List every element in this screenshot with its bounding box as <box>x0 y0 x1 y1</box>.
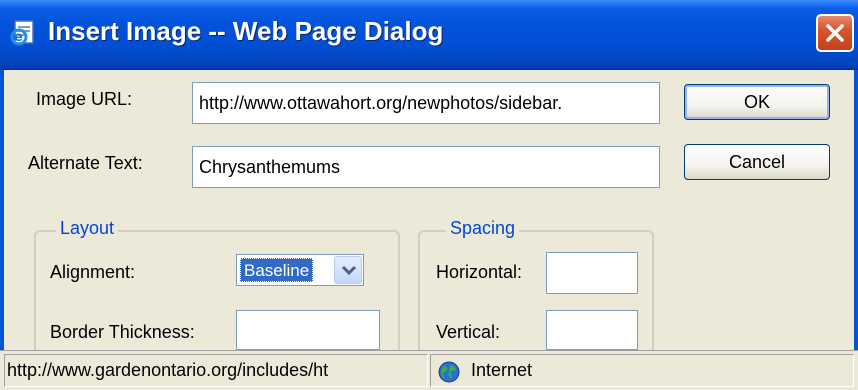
status-url-pane: http://www.gardenontario.org/includes/ht <box>4 354 428 387</box>
alignment-select[interactable]: Baseline <box>236 254 364 286</box>
ok-button[interactable]: OK <box>684 84 830 120</box>
title-bar[interactable]: e Insert Image -- Web Page Dialog <box>0 0 858 70</box>
chevron-down-icon <box>341 265 357 276</box>
alt-text-input[interactable] <box>192 146 660 188</box>
close-button[interactable] <box>816 14 854 52</box>
dialog-body: Image URL: Alternate Text: OK Cancel Lay… <box>0 70 858 354</box>
layout-legend: Layout <box>56 218 119 239</box>
status-url-text: http://www.gardenontario.org/includes/ht <box>7 360 329 380</box>
status-bar: http://www.gardenontario.org/includes/ht… <box>0 350 858 390</box>
alt-text-label: Alternate Text: <box>28 153 143 173</box>
zone-text: Internet <box>471 360 533 380</box>
cancel-button[interactable]: Cancel <box>684 144 830 180</box>
border-thickness-label: Border Thickness: <box>50 322 195 342</box>
image-url-label: Image URL: <box>36 89 133 109</box>
svg-text:e: e <box>14 30 23 45</box>
vertical-spacing-input[interactable] <box>546 310 638 350</box>
dropdown-arrow[interactable] <box>334 256 362 284</box>
border-thickness-input[interactable] <box>236 310 380 350</box>
horizontal-spacing-input[interactable] <box>546 252 638 294</box>
horizontal-label: Horizontal: <box>436 262 523 282</box>
globe-icon <box>438 361 460 388</box>
vertical-label: Vertical: <box>436 322 501 342</box>
alignment-label: Alignment: <box>50 262 136 282</box>
status-zone-pane: Internet <box>430 354 854 387</box>
ie-page-icon: e <box>10 18 38 46</box>
image-url-input[interactable] <box>192 82 660 124</box>
close-icon <box>826 24 844 42</box>
window-title: Insert Image -- Web Page Dialog <box>48 16 444 46</box>
spacing-legend: Spacing <box>446 218 520 239</box>
alignment-selected-value: Baseline <box>240 258 314 282</box>
